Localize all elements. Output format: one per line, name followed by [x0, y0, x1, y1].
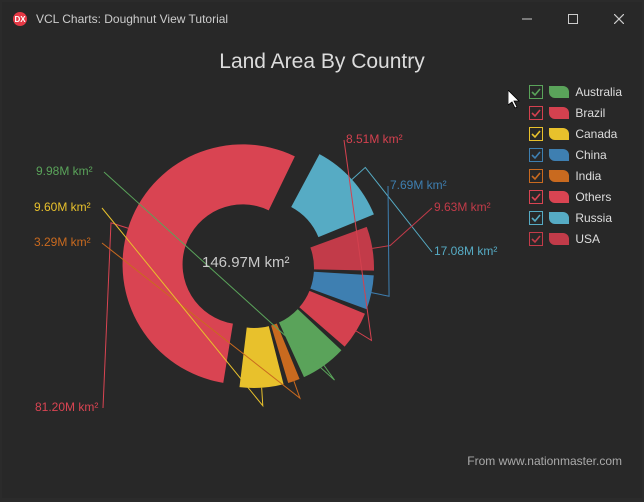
legend-item-china[interactable]: China — [529, 145, 622, 165]
close-button[interactable] — [596, 2, 642, 36]
check-icon — [531, 150, 541, 160]
check-icon — [531, 234, 541, 244]
legend-item-india[interactable]: India — [529, 166, 622, 186]
legend-swatch — [549, 212, 569, 224]
legend-checkbox[interactable] — [529, 232, 543, 246]
check-icon — [531, 129, 541, 139]
content-area: Land Area By Country 81.20M km²17.08M km… — [2, 36, 642, 498]
credit-text: From www.nationmaster.com — [467, 454, 622, 468]
check-icon — [531, 192, 541, 202]
legend-swatch — [549, 191, 569, 203]
chart-title: Land Area By Country — [2, 50, 642, 74]
minimize-icon — [522, 14, 532, 24]
legend-swatch — [549, 170, 569, 182]
mouse-cursor-icon — [508, 90, 524, 110]
app-window: DX VCL Charts: Doughnut View Tutorial La… — [2, 2, 642, 498]
legend-swatch — [549, 86, 569, 98]
check-icon — [531, 213, 541, 223]
legend-item-australia[interactable]: Australia — [529, 82, 622, 102]
leader-line — [371, 186, 389, 296]
legend-checkbox[interactable] — [529, 211, 543, 225]
legend-label: USA — [575, 232, 600, 246]
legend-checkbox[interactable] — [529, 148, 543, 162]
legend-label: Canada — [575, 127, 617, 141]
legend-checkbox[interactable] — [529, 127, 543, 141]
doughnut-chart[interactable] — [32, 78, 462, 458]
slice-russia[interactable] — [291, 154, 374, 237]
legend-label: China — [575, 148, 606, 162]
legend-label: Russia — [575, 211, 612, 225]
legend-swatch — [549, 107, 569, 119]
legend-checkbox[interactable] — [529, 85, 543, 99]
close-icon — [614, 14, 624, 24]
legend-checkbox[interactable] — [529, 106, 543, 120]
legend-item-canada[interactable]: Canada — [529, 124, 622, 144]
window-title: VCL Charts: Doughnut View Tutorial — [36, 12, 228, 26]
legend: Australia Brazil Canada China India Others Rus… — [529, 82, 622, 250]
legend-item-brazil[interactable]: Brazil — [529, 103, 622, 123]
chart-zone: 81.20M km²17.08M km²9.63M km²7.69M km²8.… — [2, 78, 642, 478]
maximize-button[interactable] — [550, 2, 596, 36]
app-logo-icon: DX — [12, 11, 28, 27]
legend-label: Brazil — [575, 106, 605, 120]
check-icon — [531, 171, 541, 181]
svg-text:DX: DX — [14, 15, 26, 24]
legend-label: India — [575, 169, 601, 183]
legend-item-others[interactable]: Others — [529, 187, 622, 207]
legend-checkbox[interactable] — [529, 169, 543, 183]
legend-label: Others — [575, 190, 611, 204]
maximize-icon — [568, 14, 578, 24]
title-bar: DX VCL Charts: Doughnut View Tutorial — [2, 2, 642, 36]
check-icon — [531, 87, 541, 97]
legend-swatch — [549, 128, 569, 140]
legend-item-russia[interactable]: Russia — [529, 208, 622, 228]
legend-checkbox[interactable] — [529, 190, 543, 204]
legend-swatch — [549, 233, 569, 245]
check-icon — [531, 108, 541, 118]
legend-label: Australia — [575, 85, 622, 99]
legend-item-usa[interactable]: USA — [529, 229, 622, 249]
legend-swatch — [549, 149, 569, 161]
minimize-button[interactable] — [504, 2, 550, 36]
